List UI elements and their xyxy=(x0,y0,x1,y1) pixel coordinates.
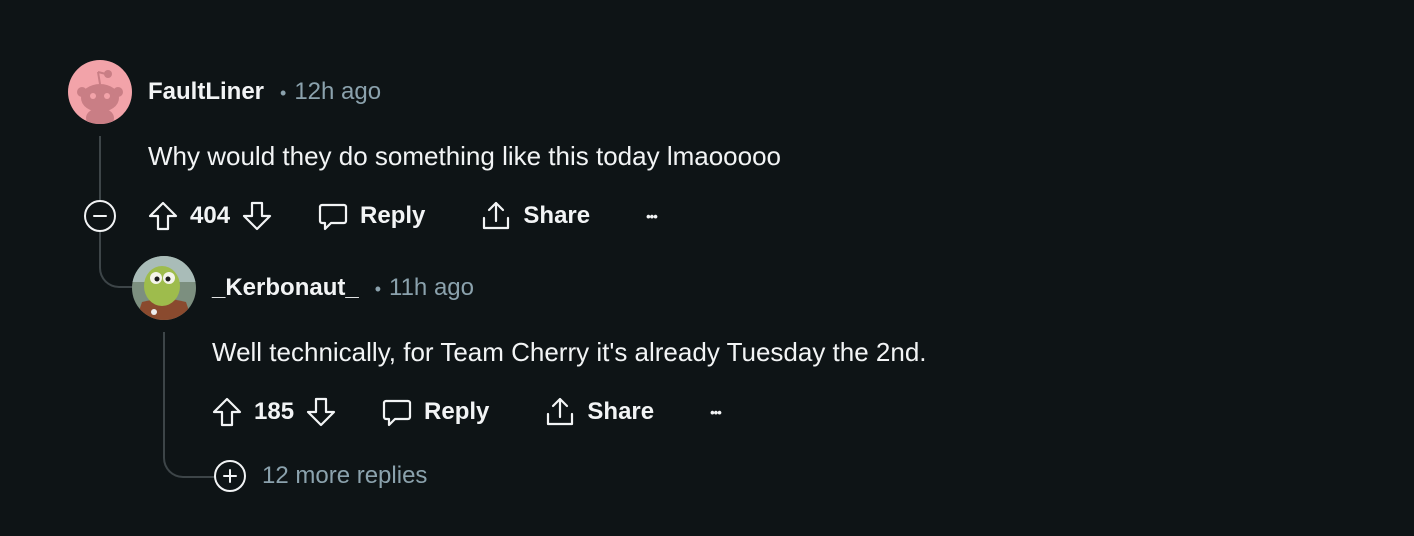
username[interactable]: FaultLiner xyxy=(148,78,264,106)
more-options-button[interactable]: ••• xyxy=(710,404,722,420)
comment-actions: 404 Reply Share ••• xyxy=(146,196,658,236)
snoo-avatar-icon xyxy=(68,60,132,124)
comment-body: Why would they do something like this to… xyxy=(148,141,782,171)
upvote-arrow-icon xyxy=(148,201,178,231)
collapse-button[interactable] xyxy=(84,200,116,232)
timestamp[interactable]: 11h ago xyxy=(389,274,474,302)
comment-meta: FaultLiner • 12h ago xyxy=(148,78,381,106)
share-label: Share xyxy=(587,398,655,425)
plus-icon-vertical xyxy=(229,469,231,483)
share-icon xyxy=(483,201,510,230)
share-button[interactable]: Share xyxy=(543,395,654,429)
upvote-button[interactable] xyxy=(146,199,180,233)
reply-button[interactable]: Reply xyxy=(380,395,489,429)
comment-body: Well technically, for Team Cherry it's a… xyxy=(212,337,927,367)
downvote-button[interactable] xyxy=(240,199,274,233)
upvote-button[interactable] xyxy=(210,395,244,429)
chat-bubble-icon xyxy=(318,203,348,231)
expand-replies-button[interactable] xyxy=(214,460,246,492)
vote-score: 185 xyxy=(254,398,295,425)
avatar[interactable] xyxy=(132,256,196,320)
downvote-arrow-icon xyxy=(242,201,272,231)
more-options-button[interactable]: ••• xyxy=(646,208,658,224)
thread-line-top xyxy=(99,136,101,200)
meta-separator: • xyxy=(374,278,382,299)
chat-bubble-icon xyxy=(382,399,412,427)
thread-line-branch[interactable] xyxy=(99,232,135,288)
downvote-arrow-icon xyxy=(306,397,336,427)
ellipsis-icon: ••• xyxy=(710,404,722,420)
downvote-button[interactable] xyxy=(304,395,338,429)
username[interactable]: _Kerbonaut_ xyxy=(212,274,359,302)
thread-line-child-branch[interactable] xyxy=(163,332,215,478)
comment-actions: 185 Reply Share ••• xyxy=(210,392,722,432)
ellipsis-icon: ••• xyxy=(646,208,658,224)
share-icon xyxy=(547,397,574,426)
minus-icon xyxy=(93,215,107,217)
upvote-arrow-icon xyxy=(212,397,242,427)
reply-button[interactable]: Reply xyxy=(316,199,425,233)
timestamp[interactable]: 12h ago xyxy=(294,78,381,106)
meta-separator: • xyxy=(280,82,287,103)
share-button[interactable]: Share xyxy=(479,199,590,233)
comment-thread: FaultLiner • 12h ago Why would they do s… xyxy=(0,0,1414,536)
avatar[interactable] xyxy=(68,60,132,124)
vote-score: 404 xyxy=(190,202,231,229)
kerbal-avatar-icon xyxy=(132,256,196,320)
comment-meta: _Kerbonaut_ • 11h ago xyxy=(212,274,474,302)
reply-label: Reply xyxy=(360,202,426,229)
reply-label: Reply xyxy=(424,398,490,425)
share-label: Share xyxy=(523,202,591,229)
more-replies-link[interactable]: 12 more replies xyxy=(262,462,427,490)
